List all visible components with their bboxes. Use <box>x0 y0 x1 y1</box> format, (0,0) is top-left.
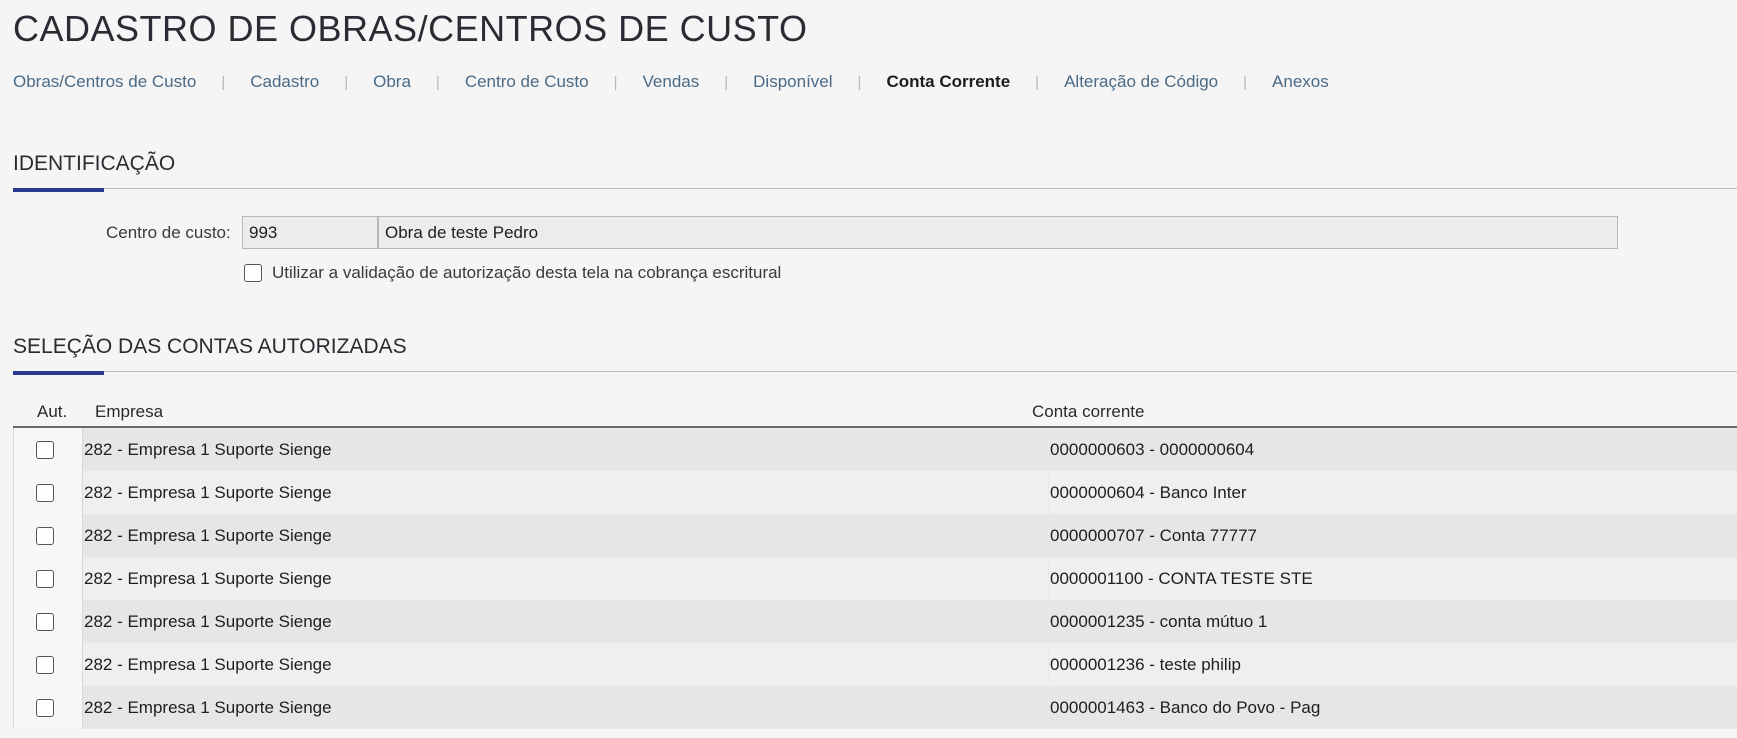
empresa-cell: 282 - Empresa 1 Suporte Sienge <box>84 697 332 717</box>
tab-separator: | <box>613 73 618 91</box>
tab-disponivel[interactable]: Disponível <box>753 72 832 92</box>
centro-de-custo-name-field[interactable]: Obra de teste Pedro <box>378 216 1618 249</box>
aut-cell <box>13 600 83 643</box>
table-row[interactable]: 282 - Empresa 1 Suporte Sienge 000000070… <box>13 514 1737 557</box>
column-divider <box>1048 643 1049 686</box>
tab-vendas[interactable]: Vendas <box>643 72 700 92</box>
empresa-cell: 282 - Empresa 1 Suporte Sienge <box>84 439 332 459</box>
accounts-table: Aut. Empresa Conta corrente 282 - Empres… <box>13 398 1737 729</box>
aut-cell <box>13 514 83 557</box>
aut-cell <box>13 686 83 729</box>
tab-separator: | <box>724 73 729 91</box>
column-divider <box>1048 686 1049 729</box>
table-row[interactable]: 282 - Empresa 1 Suporte Sienge 000000123… <box>13 643 1737 686</box>
conta-cell: 0000000707 - Conta 77777 <box>1050 525 1258 545</box>
row-checkbox[interactable] <box>36 569 54 588</box>
conta-cell: 0000001236 - teste philip <box>1050 654 1241 674</box>
aut-cell <box>13 557 83 600</box>
tab-separator: | <box>1035 73 1040 91</box>
conta-cell: 0000001463 - Banco do Povo - Pag <box>1050 697 1321 717</box>
table-row[interactable]: 282 - Empresa 1 Suporte Sienge 000000060… <box>13 428 1737 471</box>
validation-label: Utilizar a validação de autorização dest… <box>272 263 782 282</box>
centro-de-custo-code-field[interactable]: 993 <box>242 216 378 249</box>
column-header-empresa[interactable]: Empresa <box>95 402 163 422</box>
empresa-cell: 282 - Empresa 1 Suporte Sienge <box>84 482 332 502</box>
section-divider <box>13 371 1737 372</box>
tab-alteracao-de-codigo[interactable]: Alteração de Código <box>1064 72 1218 92</box>
tab-separator: | <box>1243 73 1248 91</box>
tab-cadastro[interactable]: Cadastro <box>250 72 319 92</box>
table-row[interactable]: 282 - Empresa 1 Suporte Sienge 000000110… <box>13 557 1737 600</box>
row-checkbox[interactable] <box>36 440 54 459</box>
table-row[interactable]: 282 - Empresa 1 Suporte Sienge 000000060… <box>13 471 1737 514</box>
tab-obra[interactable]: Obra <box>373 72 411 92</box>
column-divider <box>1048 428 1049 471</box>
conta-cell: 0000001235 - conta mútuo 1 <box>1050 611 1268 631</box>
aut-cell <box>13 428 83 471</box>
tab-obras-centros-de-custo[interactable]: Obras/Centros de Custo <box>13 72 196 92</box>
row-checkbox[interactable] <box>36 655 54 674</box>
table-row[interactable]: 282 - Empresa 1 Suporte Sienge 000000123… <box>13 600 1737 643</box>
column-divider <box>1048 514 1049 557</box>
tab-separator: | <box>857 73 862 91</box>
table-row[interactable]: 282 - Empresa 1 Suporte Sienge 000000146… <box>13 686 1737 729</box>
centro-de-custo-label: Centro de custo: <box>106 223 231 242</box>
tab-anexos[interactable]: Anexos <box>1272 72 1329 92</box>
conta-cell: 0000000603 - 0000000604 <box>1050 439 1255 459</box>
page-title: CADASTRO DE OBRAS/CENTROS DE CUSTO <box>13 8 808 49</box>
empresa-cell: 282 - Empresa 1 Suporte Sienge <box>84 654 332 674</box>
identificacao-title: IDENTIFICAÇÃO <box>13 152 176 175</box>
section-accent-bar <box>13 371 104 375</box>
validation-checkbox[interactable] <box>244 264 262 282</box>
selecao-title: SELEÇÃO DAS CONTAS AUTORIZADAS <box>13 335 407 358</box>
column-divider <box>1048 600 1049 643</box>
aut-cell <box>13 471 83 514</box>
tab-separator: | <box>344 73 349 91</box>
column-header-aut[interactable]: Aut. <box>37 402 67 422</box>
tab-separator: | <box>435 73 440 91</box>
column-header-conta-corrente[interactable]: Conta corrente <box>1032 402 1144 422</box>
row-checkbox[interactable] <box>36 483 54 502</box>
tab-bar: Obras/Centros de Custo | Cadastro | Obra… <box>13 72 1329 92</box>
empresa-cell: 282 - Empresa 1 Suporte Sienge <box>84 568 332 588</box>
validation-option[interactable]: Utilizar a validação de autorização dest… <box>244 263 781 283</box>
empresa-cell: 282 - Empresa 1 Suporte Sienge <box>84 611 332 631</box>
row-checkbox[interactable] <box>36 698 54 717</box>
row-checkbox[interactable] <box>36 526 54 545</box>
table-header: Aut. Empresa Conta corrente <box>13 398 1737 428</box>
aut-cell <box>13 643 83 686</box>
column-divider <box>1048 557 1049 600</box>
conta-cell: 0000001100 - CONTA TESTE STE <box>1050 568 1313 588</box>
section-accent-bar <box>13 188 104 192</box>
section-divider <box>13 188 1737 189</box>
tab-conta-corrente[interactable]: Conta Corrente <box>886 72 1010 92</box>
conta-cell: 0000000604 - Banco Inter <box>1050 482 1247 502</box>
tab-centro-de-custo[interactable]: Centro de Custo <box>465 72 589 92</box>
tab-separator: | <box>221 73 226 91</box>
column-divider <box>1048 471 1049 514</box>
empresa-cell: 282 - Empresa 1 Suporte Sienge <box>84 525 332 545</box>
row-checkbox[interactable] <box>36 612 54 631</box>
